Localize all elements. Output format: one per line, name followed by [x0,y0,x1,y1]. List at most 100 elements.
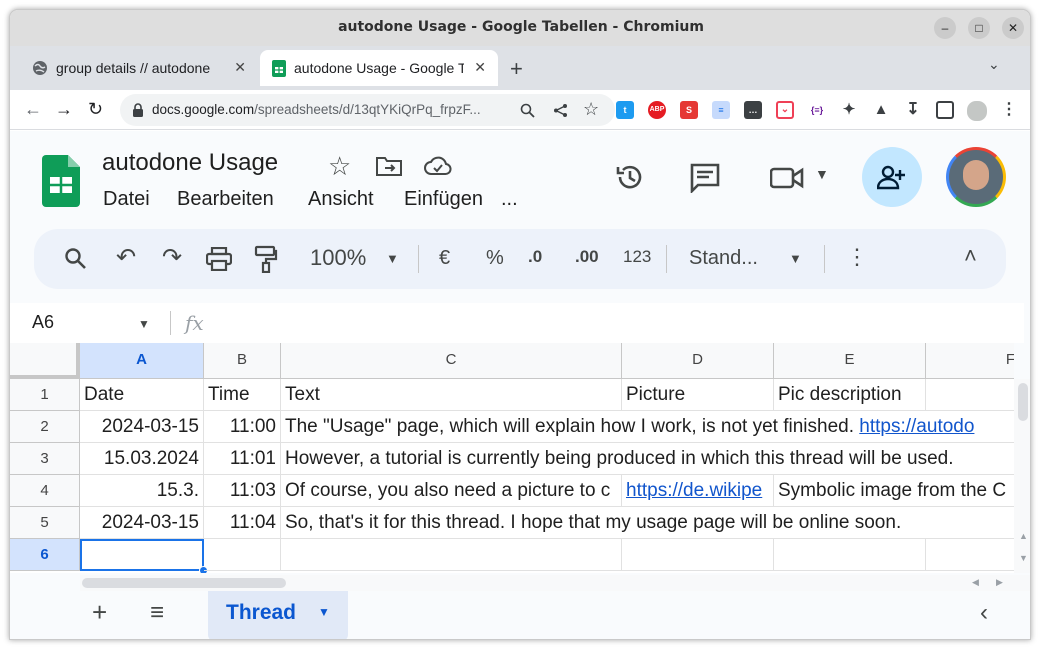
cloud-saved-icon[interactable] [424,156,452,176]
lab-flask-icon[interactable]: ▲ [872,101,890,119]
redo-icon[interactable]: ↷ [162,243,182,272]
cell-c3[interactable]: However, a tutorial is currently being p… [281,443,1014,475]
sheet-tab-thread[interactable]: Thread ▼ [208,591,348,639]
select-all-corner[interactable] [10,343,80,379]
row-header-5[interactable]: 5 [10,507,80,539]
zoom-select[interactable]: 100% [310,245,366,271]
cell-a5[interactable]: 2024-03-15 [80,507,204,539]
cell-f6[interactable] [926,539,1014,571]
tab-autodone-usage[interactable]: autodone Usage - Google Tabellen ✕ [260,50,498,86]
download-icon[interactable]: ↧ [904,101,922,119]
meet-video-icon[interactable] [770,167,804,189]
search-menus-icon[interactable] [64,247,86,269]
menu-ansicht[interactable]: Ansicht [308,188,374,211]
print-icon[interactable] [206,247,232,271]
cell-c4[interactable]: Of course, you also need a picture to c [281,475,622,507]
minimize-button[interactable]: – [934,17,956,39]
paint-format-icon[interactable] [254,245,278,273]
scroll-down-icon[interactable]: ▼ [1019,553,1028,563]
cell-d4[interactable]: https://de.wikipe [622,475,774,507]
reload-icon[interactable]: ↻ [88,99,103,120]
cell-c5[interactable]: So, that's it for this thread. I hope th… [281,507,1014,539]
row-header-3[interactable]: 3 [10,443,80,475]
name-box-dropdown-icon[interactable]: ▼ [138,317,150,331]
column-header-b[interactable]: B [204,343,281,379]
document-title[interactable]: autodone Usage [102,149,278,177]
adblock-extension-icon[interactable]: ABP [648,101,666,119]
horizontal-scroll-thumb[interactable] [82,578,286,588]
increase-decimal-button[interactable]: .00 [575,247,599,267]
twitter-extension-icon[interactable]: t [616,101,634,119]
json-extension-icon[interactable]: {≡} [808,101,826,119]
move-folder-icon[interactable] [376,156,402,176]
cell-b1[interactable]: Time [204,379,281,411]
forward-icon[interactable]: → [55,99,73,120]
cell-b4[interactable]: 11:03 [204,475,281,507]
currency-format-button[interactable]: € [439,247,450,270]
name-box[interactable]: A6 [32,312,54,333]
sheets-logo-icon[interactable] [42,155,80,207]
close-window-button[interactable]: ✕ [1002,17,1024,39]
account-avatar[interactable] [946,147,1006,207]
vertical-scrollbar[interactable]: ▲ ▼ [1014,379,1030,573]
close-tab-icon[interactable]: ✕ [474,59,486,76]
cell-c1[interactable]: Text [281,379,622,411]
cell-c2-link[interactable]: https://autodo [859,416,974,437]
docs-extension-icon[interactable]: ≡ [712,101,730,119]
row-header-4[interactable]: 4 [10,475,80,507]
bookmark-star-icon[interactable]: ☆ [583,99,599,120]
column-header-d[interactable]: D [622,343,774,379]
explore-collapse-chevron-icon[interactable]: ‹ [980,599,988,627]
s-extension-icon[interactable]: S [680,101,698,119]
row-header-2[interactable]: 2 [10,411,80,443]
star-icon[interactable]: ☆ [328,151,351,182]
cell-e4[interactable]: Symbolic image from the C [774,475,1014,507]
row-header-6[interactable]: 6 [10,539,80,571]
cell-c6[interactable] [281,539,622,571]
tab-group-details[interactable]: group details // autodone ✕ [18,50,258,86]
side-panel-icon[interactable] [936,101,954,119]
hide-menus-chevron-icon[interactable]: ˄ [964,243,977,269]
cell-a6-selected[interactable] [80,539,204,571]
decrease-decimal-button[interactable]: .0 [528,247,542,267]
column-header-c[interactable]: C [281,343,622,379]
maximize-button[interactable]: □ [968,17,990,39]
column-header-f[interactable]: F [926,343,1014,379]
more-options-icon[interactable]: ⋮ [846,244,868,270]
menu-more[interactable]: ... [501,188,518,211]
zoom-icon[interactable] [520,103,535,118]
cell-a4[interactable]: 15.3. [80,475,204,507]
cell-d1[interactable]: Picture [622,379,774,411]
add-sheet-button[interactable]: + [92,597,107,628]
version-history-icon[interactable] [614,161,646,193]
cell-c2[interactable]: The "Usage" page, which will explain how… [281,411,1014,443]
horizontal-scrollbar[interactable]: ◀ ▶ [80,575,1030,591]
pocket-extension-icon[interactable]: ⌄ [776,101,794,119]
sheet-tab-dropdown-icon[interactable]: ▼ [318,605,330,619]
cell-b2[interactable]: 11:00 [204,411,281,443]
font-dropdown-icon[interactable]: ▼ [789,251,802,266]
row-header-1[interactable]: 1 [10,379,80,411]
cell-b6[interactable] [204,539,281,571]
back-icon[interactable]: ← [24,99,42,120]
percent-format-button[interactable]: % [486,247,504,270]
undo-icon[interactable]: ↶ [116,243,136,272]
column-header-e[interactable]: E [774,343,926,379]
share-button[interactable] [862,147,922,207]
dots-extension-icon[interactable]: … [744,101,762,119]
all-sheets-menu-icon[interactable]: ≡ [150,599,164,627]
cell-e1[interactable]: Pic description [774,379,926,411]
menu-bearbeiten[interactable]: Bearbeiten [177,188,274,211]
meet-dropdown-icon[interactable]: ▼ [815,166,829,182]
cell-f1[interactable] [926,379,1014,411]
browser-menu-icon[interactable]: ⋮ [1000,101,1018,119]
scroll-up-icon[interactable]: ▲ [1019,531,1028,541]
cell-d6[interactable] [622,539,774,571]
close-tab-icon[interactable]: ✕ [234,59,246,76]
address-bar[interactable]: docs.google.com/spreadsheets/d/13qtYKiQr… [120,94,615,126]
profile-avatar-icon[interactable] [967,101,987,121]
vertical-scroll-thumb[interactable] [1018,383,1028,421]
new-tab-button[interactable]: + [510,56,523,82]
menu-datei[interactable]: Datei [103,188,150,211]
cell-b5[interactable]: 11:04 [204,507,281,539]
